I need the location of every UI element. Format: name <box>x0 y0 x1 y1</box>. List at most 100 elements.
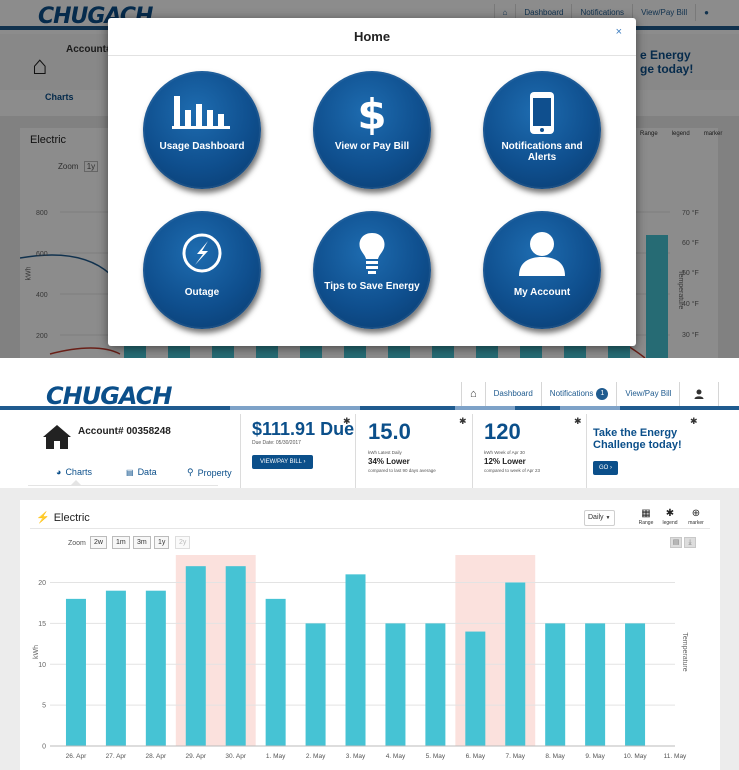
notifications-count-badge: 1 <box>596 388 609 400</box>
x-tick-label: 29. Apr <box>185 753 206 760</box>
bar-chart-icon <box>143 91 261 135</box>
challenge-gear-icon[interactable]: ✱ <box>690 416 698 427</box>
usage-bar <box>505 582 526 746</box>
download-icon[interactable]: ⤓ <box>684 537 696 548</box>
legend-button[interactable]: ✱ legend <box>657 508 683 526</box>
daily-gear-icon[interactable]: ✱ <box>459 416 467 427</box>
tab-charts[interactable]: ◕ Charts <box>56 467 92 477</box>
daily-usage-caption: kWh Latest Daily <box>368 450 402 455</box>
home-modal: Home × Usage Dashboard $ View or Pay Bil… <box>108 18 636 346</box>
nav-dashboard[interactable]: Dashboard <box>484 382 541 406</box>
weekly-gear-icon[interactable]: ✱ <box>574 416 582 427</box>
tile-label: Outage <box>184 287 220 298</box>
x-tick-label: 6. May <box>466 753 486 760</box>
y2-axis-title: Temperature <box>681 632 688 671</box>
lightning-icon <box>143 231 261 275</box>
calendar-icon: ▦ <box>641 508 651 519</box>
gear-icon: ✱ <box>665 508 675 519</box>
weekly-usage-caption: kWh Week of Apr 30 <box>484 450 525 455</box>
tab-property[interactable]: ⚲ Property <box>187 467 232 478</box>
weekly-usage-value: 120 <box>484 419 521 444</box>
weekly-usage-compare: compared to week of Apr 23 <box>484 468 541 473</box>
weekly-usage-change: 12% Lower <box>484 457 526 466</box>
daily-usage-compare: compared to last 90 days average <box>368 468 436 473</box>
challenge-go-button[interactable]: GO › <box>593 461 618 475</box>
usage-dashboard-tile[interactable]: Usage Dashboard <box>143 71 261 189</box>
nav-menu: ⌂ Dashboard Notifications 1 View/Pay Bil… <box>461 382 720 406</box>
x-tick-label: 28. Apr <box>146 753 167 760</box>
usage-bar <box>105 590 126 746</box>
tile-label: Tips to Save Energy <box>324 281 420 292</box>
y-tick-label: 20 <box>38 580 46 587</box>
tile-label: View or Pay Bill <box>334 141 410 152</box>
daily-usage-change: 34% Lower <box>368 457 410 466</box>
person-icon <box>483 231 601 276</box>
home-icon: ⌂ <box>470 388 477 400</box>
tile-label: Notifications and Alerts <box>501 141 583 163</box>
tab-data[interactable]: ▤ Data <box>126 467 157 477</box>
usage-bar <box>145 590 166 746</box>
x-tick-label: 26. Apr <box>66 753 87 760</box>
user-icon <box>694 389 704 399</box>
view-pay-bill-button[interactable]: VIEW/PAY BILL › <box>252 455 314 469</box>
x-tick-label: 27. Apr <box>106 753 127 760</box>
usage-bar <box>225 566 246 746</box>
pie-chart-icon: ◕ <box>56 467 62 477</box>
usage-bar <box>545 623 566 746</box>
tile-label: My Account <box>513 287 571 298</box>
usage-bar-chart: 0 5 10 15 20 26. Apr 27. Apr 28. Apr 29. Apr 30. … <box>33 555 688 760</box>
usage-bar <box>305 623 326 746</box>
view-pay-bill-tile[interactable]: $ View or Pay Bill <box>313 71 431 189</box>
phone-icon <box>483 91 601 135</box>
x-tick-label: 5. May <box>426 753 446 760</box>
amount-due: $111.91 Due <box>252 419 355 439</box>
home-nav-button[interactable]: ⌂ <box>461 382 485 406</box>
svg-text:$: $ <box>357 91 386 135</box>
usage-bar <box>65 598 86 746</box>
tips-save-energy-tile[interactable]: Tips to Save Energy <box>313 211 431 329</box>
bill-gear-icon[interactable]: ✱ <box>343 416 351 427</box>
active-tab-pointer <box>70 480 82 486</box>
user-menu-button[interactable] <box>679 382 720 406</box>
y-tick-label: 5 <box>42 703 46 710</box>
lightbulb-icon <box>313 231 431 275</box>
usage-bar <box>425 623 446 746</box>
dashboard-screen: CHUGACH ⌂ Dashboard Notifications 1 View… <box>0 358 739 770</box>
calendar-icon: ▤ <box>126 467 134 477</box>
electric-plug-icon: ⚡ <box>36 512 50 524</box>
x-tick-label: 2. May <box>306 753 326 760</box>
top-navbar: CHUGACH ⌂ Dashboard Notifications 1 View… <box>0 358 739 410</box>
usage-bar <box>185 566 206 746</box>
interval-select[interactable]: Daily ▼ <box>584 510 615 526</box>
x-tick-label: 11. May <box>664 753 687 760</box>
dollar-icon: $ <box>313 91 431 135</box>
plus-circle-icon: ⊕ <box>691 508 701 519</box>
marker-button[interactable]: ⊕ marker <box>683 508 709 526</box>
map-pin-icon: ⚲ <box>187 467 194 477</box>
range-button[interactable]: ▦ Range <box>633 508 659 526</box>
daily-usage-value: 15.0 <box>368 419 411 444</box>
chart-card-title: ⚡ Electric <box>36 511 90 525</box>
house-icon <box>42 424 72 455</box>
nav-notifications[interactable]: Notifications 1 <box>540 382 617 406</box>
usage-bar <box>625 623 646 746</box>
usage-bar <box>465 631 486 746</box>
tile-label: Usage Dashboard <box>159 141 245 152</box>
zoom-label: Zoom <box>68 540 86 547</box>
usage-bar <box>345 574 366 746</box>
outage-tile[interactable]: Outage <box>143 211 261 329</box>
chevron-down-icon: ▼ <box>605 515 611 521</box>
modal-title: Home <box>108 18 636 56</box>
card-divider <box>30 528 710 529</box>
x-tick-label: 30. Apr <box>225 753 246 760</box>
my-account-tile[interactable]: My Account <box>483 211 601 329</box>
notifications-alerts-tile[interactable]: Notifications and Alerts <box>483 71 601 189</box>
x-tick-label: 3. May <box>346 753 366 760</box>
tab-divider <box>28 485 218 486</box>
print-icon[interactable]: ▤ <box>670 537 682 548</box>
close-icon[interactable]: × <box>616 26 622 38</box>
y-tick-label: 10 <box>38 662 46 669</box>
y-axis-title: kWh <box>33 645 40 659</box>
nav-pay-bill[interactable]: View/Pay Bill <box>616 382 679 406</box>
x-tick-label: 7. May <box>506 753 526 760</box>
